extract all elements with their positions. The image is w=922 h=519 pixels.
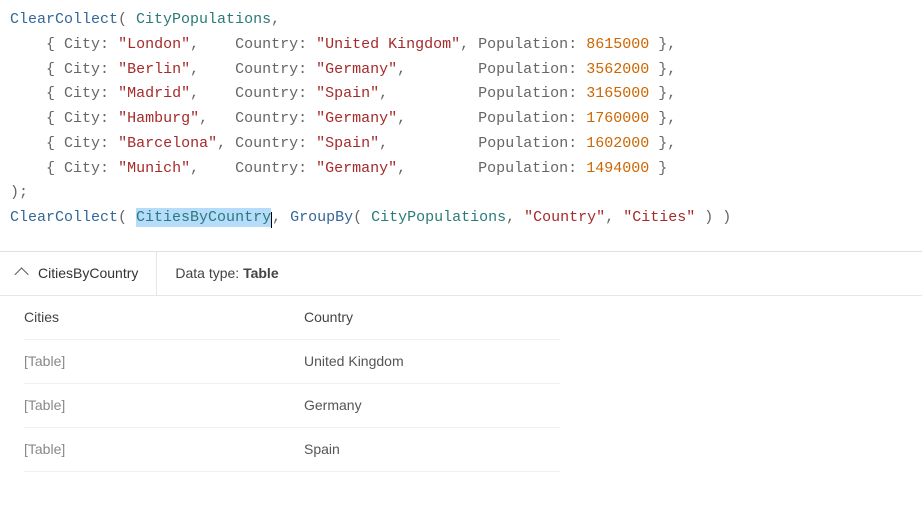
text-cursor xyxy=(271,212,272,229)
cell-cities: [Table] xyxy=(24,353,304,369)
column-header-cities: Cities xyxy=(24,309,304,325)
result-header: CitiesByCountry Data type: Table xyxy=(0,252,922,296)
cell-country: Germany xyxy=(304,397,560,413)
column-header-country: Country xyxy=(304,309,560,325)
result-variable-name: CitiesByCountry xyxy=(38,265,138,281)
expand-toggle[interactable]: CitiesByCountry xyxy=(0,252,157,295)
result-table: Cities Country [Table] United Kingdom [T… xyxy=(0,296,560,472)
datatype-label: Data type: Table xyxy=(157,265,296,281)
table-row[interactable]: [Table] United Kingdom xyxy=(24,340,560,384)
function-clearcollect-2: ClearCollect xyxy=(10,209,118,226)
table-row[interactable]: [Table] Germany xyxy=(24,384,560,428)
chevron-up-icon xyxy=(15,268,29,282)
cell-country: United Kingdom xyxy=(304,353,560,369)
cell-cities: [Table] xyxy=(24,397,304,413)
result-panel: CitiesByCountry Data type: Table Cities … xyxy=(0,252,922,472)
selected-identifier: CitiesByCountry xyxy=(136,208,271,227)
table-header-row: Cities Country xyxy=(24,296,560,340)
cell-country: Spain xyxy=(304,441,560,457)
cell-cities: [Table] xyxy=(24,441,304,457)
function-clearcollect: ClearCollect xyxy=(10,11,118,28)
table-row[interactable]: [Table] Spain xyxy=(24,428,560,472)
function-groupby: GroupBy xyxy=(290,209,353,226)
formula-editor[interactable]: ClearCollect( CityPopulations, { City: "… xyxy=(0,0,922,252)
collection-name-1: CityPopulations xyxy=(136,11,271,28)
